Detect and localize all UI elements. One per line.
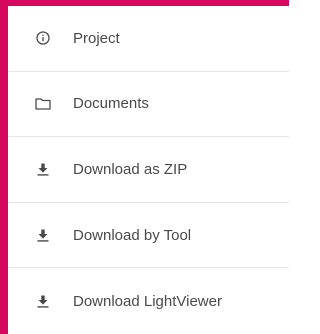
menu-item-label: Download as ZIP	[73, 160, 188, 178]
menu-item-download-by-tool[interactable]: Download by Tool	[8, 203, 289, 269]
menu-item-label: Download LightViewer	[73, 292, 222, 310]
download-icon	[35, 293, 51, 309]
info-icon	[35, 30, 51, 46]
download-icon	[35, 161, 51, 177]
menu-item-download-lightviewer[interactable]: Download LightViewer	[8, 268, 289, 334]
side-menu: Project Documents Download as ZIP Downlo…	[0, 0, 289, 334]
menu-item-documents[interactable]: Documents	[8, 72, 289, 138]
download-icon	[35, 227, 51, 243]
menu-item-project[interactable]: Project	[8, 6, 289, 72]
menu-item-label: Documents	[73, 95, 149, 113]
folder-icon	[35, 96, 51, 112]
menu-item-label: Download by Tool	[73, 226, 192, 244]
menu-item-label: Project	[73, 29, 120, 47]
menu-item-download-zip[interactable]: Download as ZIP	[8, 137, 289, 203]
